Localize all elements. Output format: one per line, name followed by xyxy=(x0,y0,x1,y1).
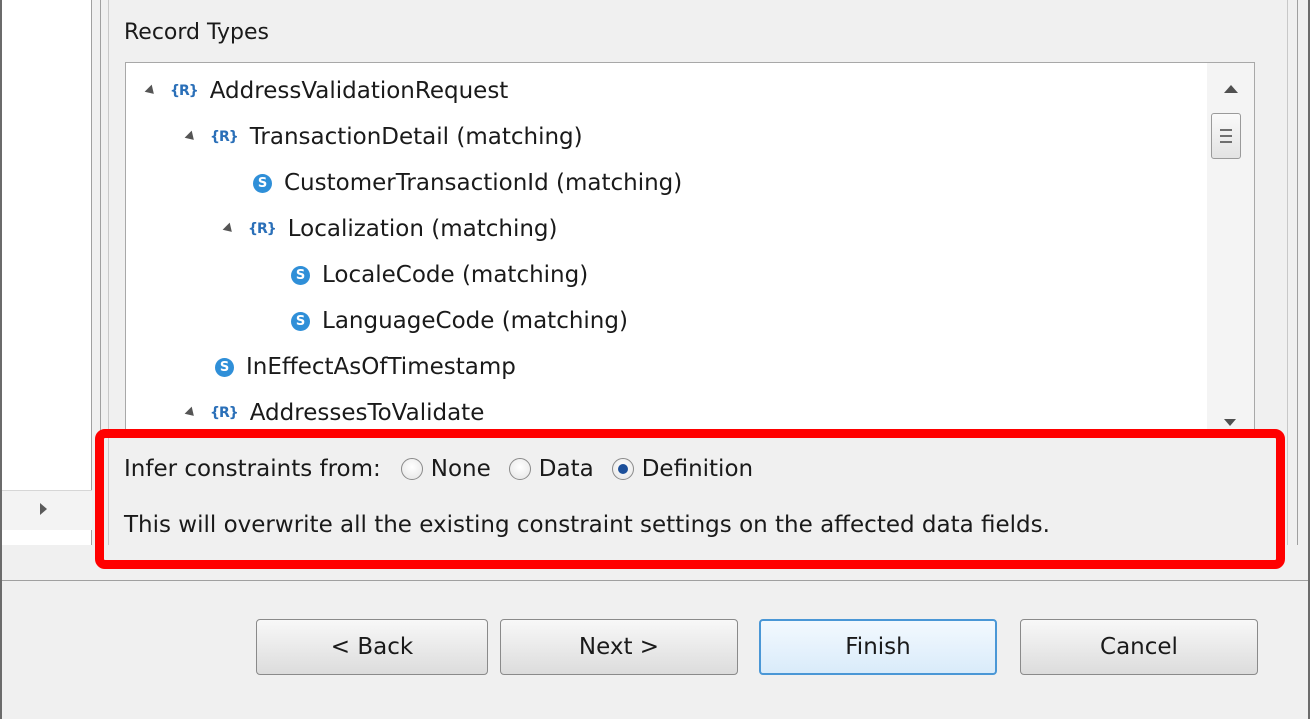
tree-item[interactable]: {R} TransactionDetail (matching) xyxy=(184,117,583,157)
expand-twisty-icon[interactable] xyxy=(184,130,198,144)
tree-item-label: LanguageCode (matching) xyxy=(322,308,628,334)
tree-item-label: CustomerTransactionId (matching) xyxy=(284,170,683,196)
record-types-tree[interactable]: {R} AddressValidationRequest {R} Transac… xyxy=(125,62,1255,432)
next-button[interactable]: Next > xyxy=(500,619,738,675)
left-pane xyxy=(2,0,92,545)
tree-item-label: TransactionDetail (matching) xyxy=(249,124,583,150)
finish-button[interactable]: Finish xyxy=(759,619,997,675)
right-border xyxy=(1297,0,1298,545)
tree-item[interactable]: {R} Localization (matching) xyxy=(222,209,558,249)
expand-twisty-icon[interactable] xyxy=(184,406,198,420)
tree-item-label: AddressValidationRequest xyxy=(209,78,509,104)
scrollbar-thumb[interactable] xyxy=(1211,113,1241,159)
tree-item[interactable]: {R} AddressValidationRequest xyxy=(144,71,509,111)
tree-item[interactable]: S LocaleCode (matching) xyxy=(291,255,588,295)
cancel-button[interactable]: Cancel xyxy=(1020,619,1258,675)
back-button[interactable]: < Back xyxy=(256,619,488,675)
scroll-up-arrow-icon[interactable] xyxy=(1224,85,1238,93)
string-field-icon: S xyxy=(291,265,310,285)
expand-twisty-icon[interactable] xyxy=(222,222,236,236)
scroll-down-arrow-icon[interactable] xyxy=(1224,419,1236,426)
button-bar-separator xyxy=(2,580,1308,581)
tree-item[interactable]: {R} AddressesToValidate xyxy=(184,393,485,431)
string-field-icon: S xyxy=(291,311,310,331)
record-icon: {R} xyxy=(210,129,239,145)
grip-line xyxy=(1220,135,1232,137)
record-icon: {R} xyxy=(248,221,277,237)
grip-line xyxy=(1220,141,1232,143)
record-icon: {R} xyxy=(170,83,199,99)
left-horizontal-scrollbar[interactable] xyxy=(2,490,92,530)
tree-item-label: InEffectAsOfTimestamp xyxy=(246,354,516,380)
red-highlight-annotation xyxy=(95,429,1285,569)
tree-vertical-scrollbar[interactable] xyxy=(1207,63,1254,431)
string-field-icon: S xyxy=(253,173,272,193)
tree-item[interactable]: S InEffectAsOfTimestamp xyxy=(215,347,516,387)
scroll-right-arrow-icon[interactable] xyxy=(40,503,47,515)
tree-item[interactable]: S LanguageCode (matching) xyxy=(291,301,628,341)
tree-item-label: AddressesToValidate xyxy=(249,400,485,426)
tree-item-label: Localization (matching) xyxy=(287,216,558,242)
record-types-label: Record Types xyxy=(124,20,269,45)
record-icon: {R} xyxy=(210,405,239,421)
tree-item[interactable]: S CustomerTransactionId (matching) xyxy=(253,163,682,203)
tree-item-label: LocaleCode (matching) xyxy=(322,262,589,288)
grip-line xyxy=(1220,129,1232,131)
expand-twisty-icon[interactable] xyxy=(144,84,158,98)
string-field-icon: S xyxy=(215,357,234,377)
